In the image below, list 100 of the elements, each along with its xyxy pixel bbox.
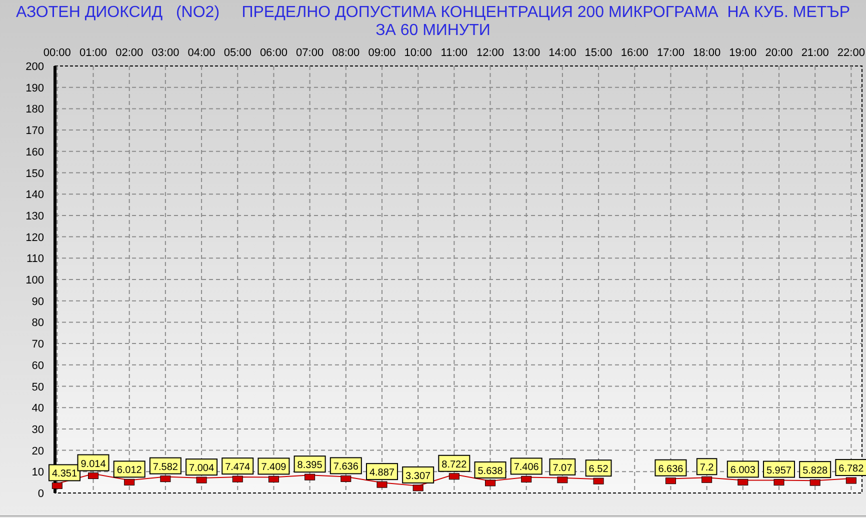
x-tick-label: 08:00 bbox=[332, 47, 360, 59]
data-point bbox=[810, 479, 820, 486]
y-tick-label: 90 bbox=[32, 296, 44, 308]
data-label: 3.307 bbox=[402, 466, 434, 484]
x-tick-label: 04:00 bbox=[188, 47, 216, 59]
data-label: 7.582 bbox=[149, 457, 182, 474]
data-label: 6.782 bbox=[838, 464, 864, 475]
data-label: 9.014 bbox=[80, 458, 106, 470]
data-label: 4.887 bbox=[366, 463, 398, 480]
x-tick-label: 19:00 bbox=[729, 47, 757, 59]
data-point bbox=[738, 478, 748, 486]
data-label: 4.887 bbox=[369, 468, 395, 479]
data-label: 7.004 bbox=[189, 463, 214, 474]
data-point bbox=[304, 474, 316, 480]
y-tick-label: 0 bbox=[38, 488, 44, 500]
y-tick-label: 20 bbox=[32, 445, 44, 458]
data-label: 3.307 bbox=[406, 470, 432, 482]
data-point bbox=[774, 479, 784, 486]
data-point bbox=[196, 476, 207, 484]
data-label: 6.636 bbox=[654, 459, 687, 476]
data-label: 5.957 bbox=[766, 465, 792, 476]
x-tick-label: 17:00 bbox=[656, 47, 684, 59]
data-label: 7.474 bbox=[225, 462, 251, 474]
x-tick-label: 06:00 bbox=[260, 47, 288, 59]
data-point bbox=[593, 478, 604, 484]
x-tick-label: 16:00 bbox=[620, 47, 648, 59]
data-label: 6.012 bbox=[116, 465, 142, 476]
data-point bbox=[268, 476, 279, 482]
data-point bbox=[557, 476, 568, 484]
data-point bbox=[88, 472, 98, 479]
data-point bbox=[376, 481, 388, 488]
data-point bbox=[665, 478, 676, 484]
x-tick-label: 11:00 bbox=[440, 47, 468, 59]
x-tick-label: 14:00 bbox=[548, 47, 576, 59]
data-label: 7.409 bbox=[261, 462, 287, 474]
y-tick-label: 150 bbox=[26, 168, 44, 180]
data-label: 8.395 bbox=[297, 460, 323, 472]
x-tick-label: 12:00 bbox=[476, 47, 504, 59]
data-point bbox=[521, 476, 532, 482]
data-point bbox=[485, 480, 496, 486]
data-label: 7.582 bbox=[152, 462, 178, 473]
data-point bbox=[846, 477, 856, 484]
data-label: 5.957 bbox=[763, 460, 795, 478]
y-tick-label: 50 bbox=[32, 381, 44, 394]
y-tick-label: 10 bbox=[32, 466, 44, 479]
data-label: 4.351 bbox=[48, 464, 80, 482]
x-tick-label: 00:00 bbox=[43, 47, 71, 59]
y-tick-label: 200 bbox=[26, 61, 44, 73]
x-tick-label: 09:00 bbox=[368, 47, 396, 59]
y-tick-label: 80 bbox=[32, 317, 44, 330]
y-tick-label: 160 bbox=[26, 146, 44, 158]
x-tick-label: 02:00 bbox=[116, 47, 144, 59]
data-point bbox=[232, 476, 243, 482]
data-label: 6.782 bbox=[835, 459, 866, 476]
data-label: 8.722 bbox=[442, 459, 468, 470]
y-tick-label: 180 bbox=[26, 104, 44, 116]
x-tick-label: 13:00 bbox=[512, 47, 540, 59]
data-label: 7.474 bbox=[222, 458, 254, 475]
data-point bbox=[160, 476, 171, 482]
x-tick-label: 05:00 bbox=[224, 47, 252, 59]
y-tick-label: 60 bbox=[32, 360, 44, 372]
x-tick-label: 21:00 bbox=[801, 47, 829, 59]
y-tick-label: 110 bbox=[26, 253, 44, 266]
data-label: 7.406 bbox=[510, 458, 542, 475]
data-label: 7.409 bbox=[258, 458, 290, 475]
data-label: 6.636 bbox=[658, 464, 684, 475]
y-tick-label: 190 bbox=[26, 82, 44, 94]
data-point bbox=[448, 473, 460, 480]
x-tick-label: 10:00 bbox=[404, 47, 432, 59]
data-label: 8.722 bbox=[438, 454, 470, 472]
data-label: 7.2 bbox=[696, 458, 718, 476]
data-label: 6.003 bbox=[726, 460, 759, 478]
y-tick-label: 130 bbox=[26, 210, 44, 222]
data-label: 5.638 bbox=[478, 466, 504, 477]
x-tick-label: 01:00 bbox=[80, 47, 108, 59]
data-label: 7.07 bbox=[552, 462, 573, 474]
data-label: 7.07 bbox=[549, 458, 576, 476]
x-tick-label: 15:00 bbox=[584, 47, 612, 59]
y-tick-label: 40 bbox=[32, 402, 44, 415]
y-tick-label: 170 bbox=[26, 125, 44, 138]
data-label: 7.004 bbox=[186, 458, 218, 476]
data-label: 9.014 bbox=[77, 454, 110, 472]
data-point bbox=[340, 475, 352, 482]
y-tick-label: 30 bbox=[32, 424, 44, 436]
data-label: 5.828 bbox=[799, 461, 832, 478]
data-label: 7.636 bbox=[333, 462, 359, 473]
data-point bbox=[124, 478, 135, 486]
x-tick-label: 18:00 bbox=[693, 47, 721, 59]
data-point bbox=[702, 476, 712, 483]
data-label: 7.636 bbox=[330, 457, 362, 474]
data-label: 6.003 bbox=[730, 465, 756, 476]
y-tick-label: 140 bbox=[26, 189, 44, 202]
data-label: 7.406 bbox=[514, 462, 540, 474]
data-label: 8.395 bbox=[294, 456, 326, 473]
data-label: 5.638 bbox=[474, 461, 506, 478]
x-tick-label: 03:00 bbox=[152, 47, 180, 59]
data-label: 5.828 bbox=[802, 466, 828, 477]
data-label: 7.2 bbox=[700, 462, 714, 474]
chart-title: АЗОТЕН ДИОКСИД (NO2) ПРЕДЕЛНО ДОПУСТИМА КОНЦЕНТРАЦИЯ 200 МИКРОГРАМА НА КУБ. МЕТЪР ЗА 60 МИНУТИ bbox=[14, 3, 852, 41]
data-label: 4.351 bbox=[52, 468, 78, 480]
